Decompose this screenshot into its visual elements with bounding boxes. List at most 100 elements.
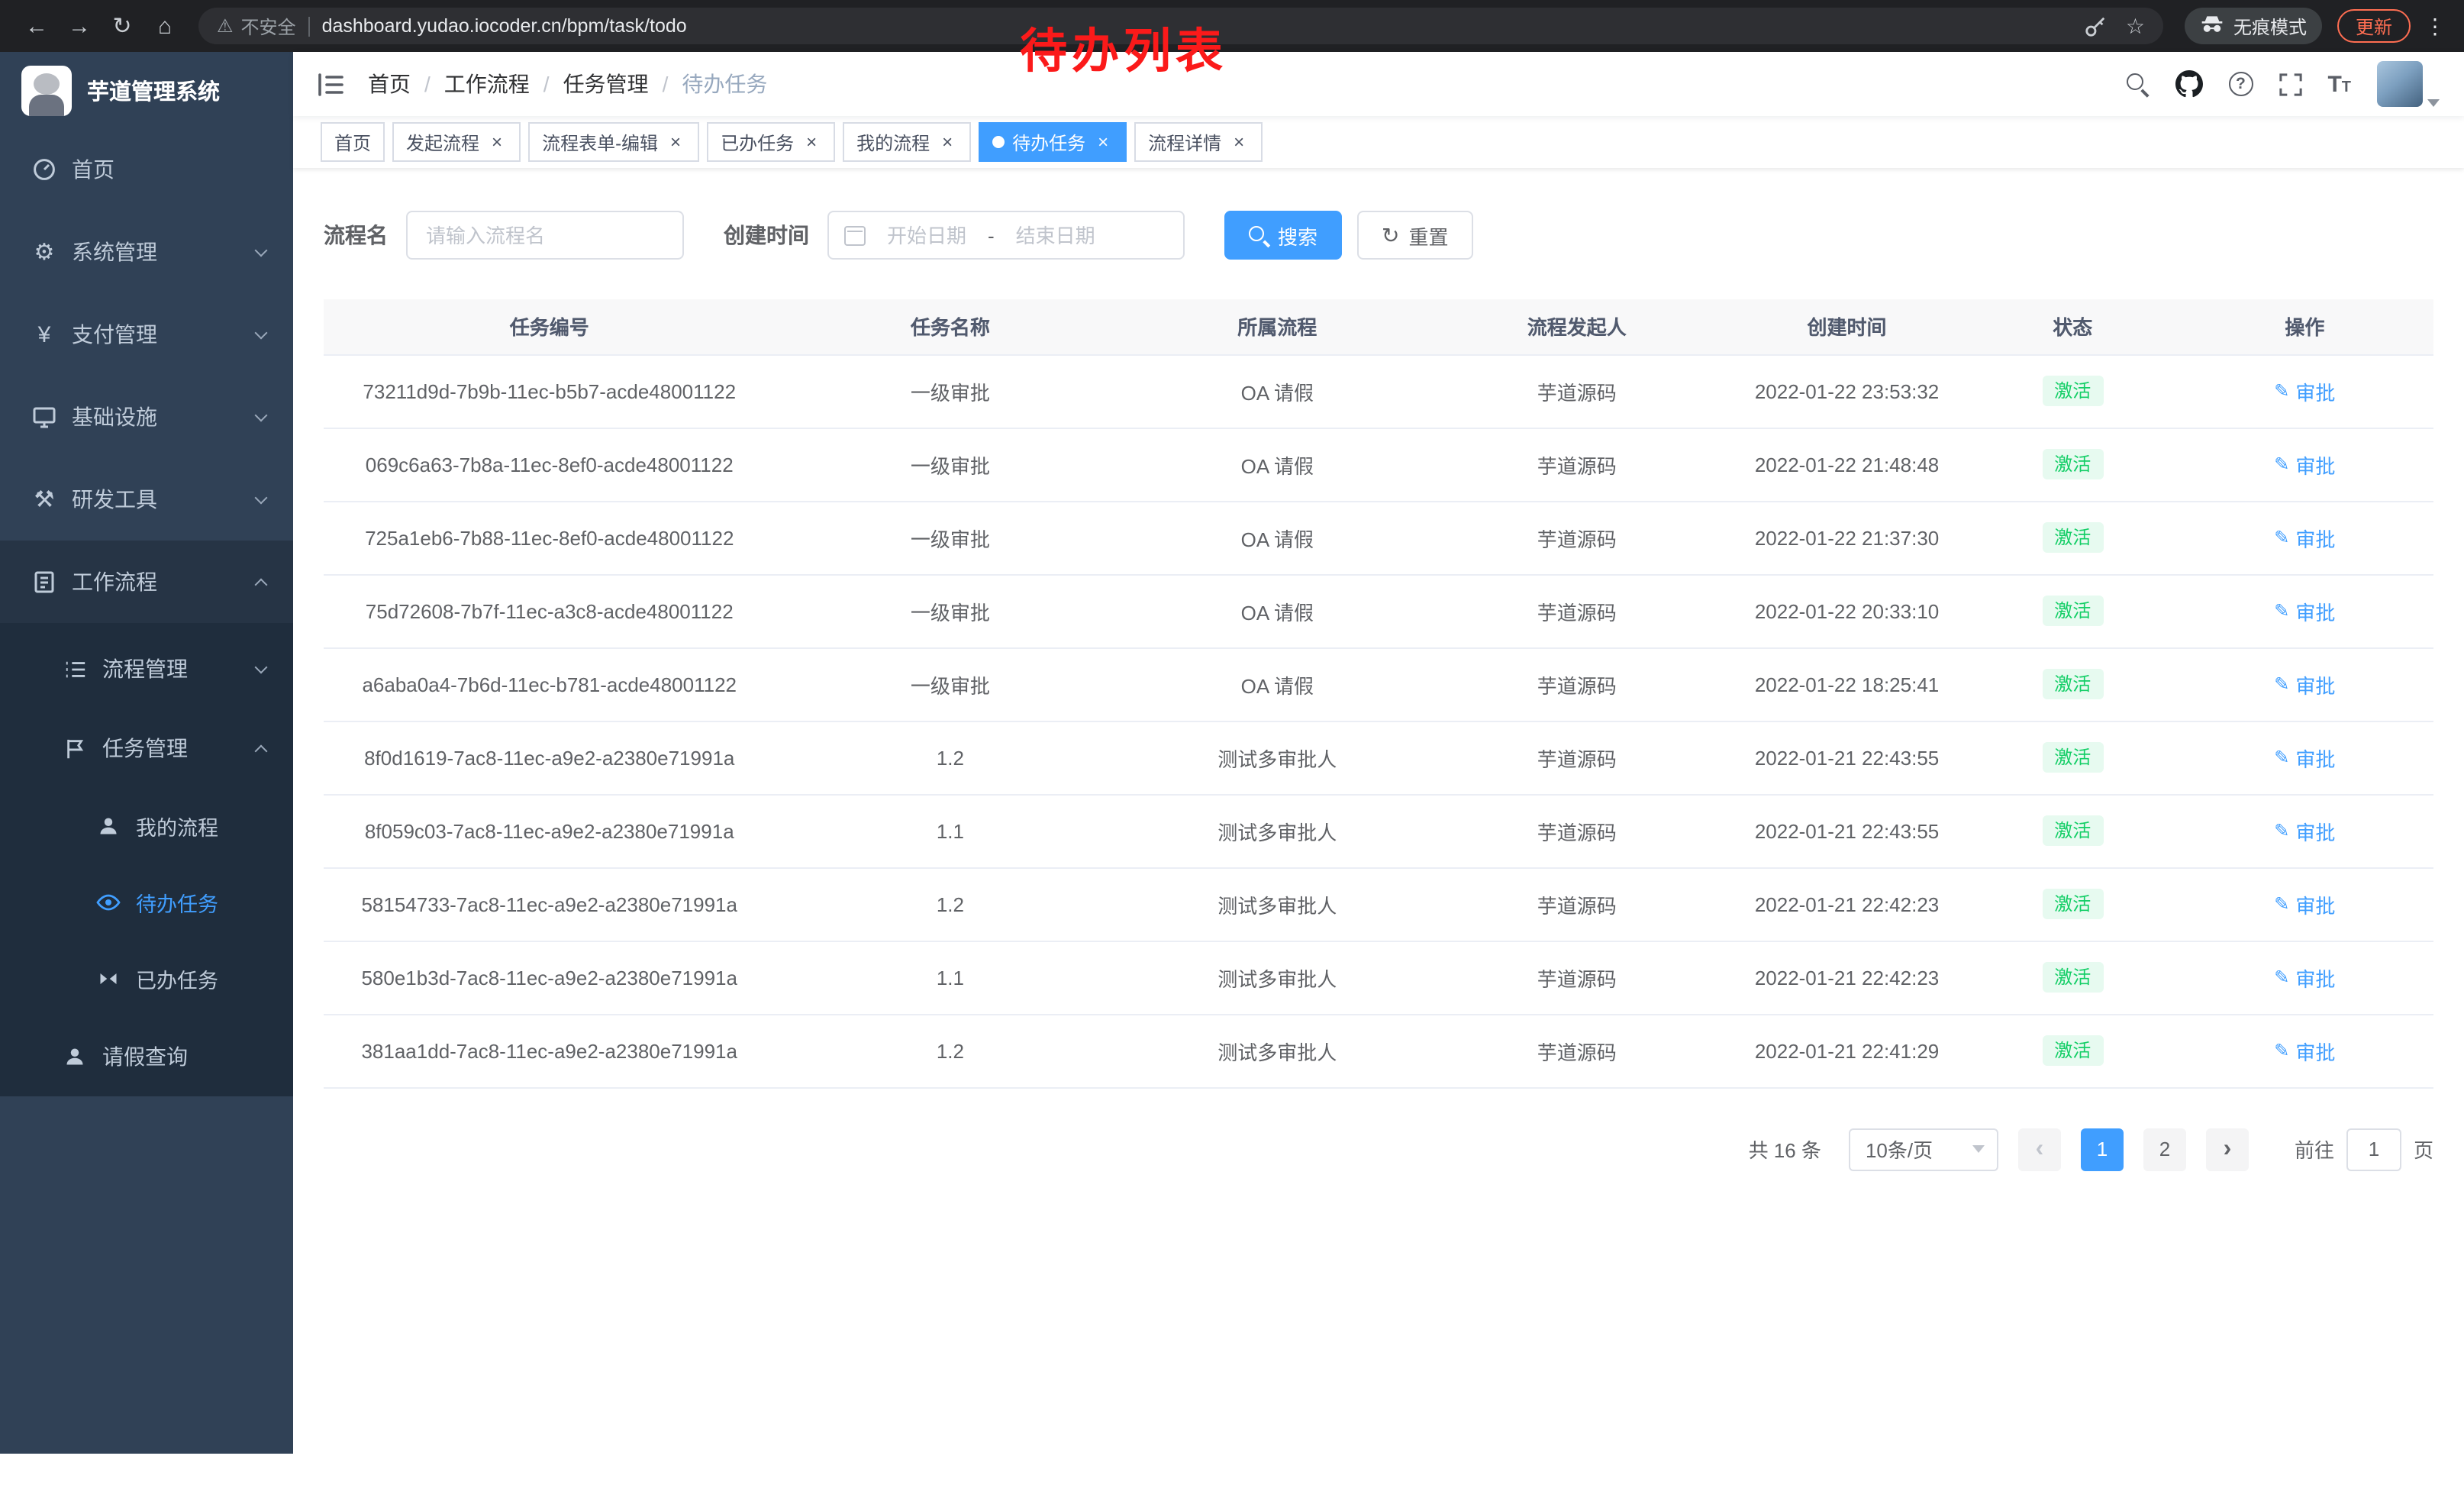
workflow-submenu: 流程管理 任务管理 我的流程	[0, 623, 293, 1096]
approve-link[interactable]: ✎审批	[2274, 523, 2335, 552]
goto-page-input[interactable]	[2346, 1128, 2401, 1170]
sidebar-item-done-task[interactable]: 已办任务	[0, 941, 293, 1017]
help-icon[interactable]: ?	[2228, 72, 2253, 96]
chevron-down-icon	[255, 327, 268, 340]
close-icon[interactable]: ×	[801, 132, 821, 152]
github-icon[interactable]	[2175, 70, 2202, 98]
process-name-input[interactable]	[406, 211, 684, 260]
approve-link[interactable]: ✎审批	[2274, 670, 2335, 699]
close-icon[interactable]: ×	[937, 132, 957, 152]
browser-menu-icon[interactable]: ⋮	[2424, 13, 2446, 39]
chevron-down-icon	[255, 244, 268, 257]
close-icon[interactable]: ×	[1229, 132, 1249, 152]
user-menu[interactable]	[2377, 61, 2440, 107]
tab-home[interactable]: 首页	[321, 122, 385, 162]
password-key-icon[interactable]	[2085, 15, 2108, 37]
tabs-bar: 首页 发起流程 × 流程表单-编辑 × 已办任务 × 我的流程 × 待办任务 ×	[293, 116, 2464, 168]
page-button-2[interactable]: 2	[2143, 1128, 2186, 1170]
close-icon[interactable]: ×	[487, 132, 507, 152]
table-row: 8f059c03-7ac8-11ec-a9e2-a2380e71991a 1.1…	[324, 794, 2433, 867]
security-label: 不安全	[241, 13, 296, 39]
font-size-icon[interactable]: TT	[2327, 73, 2351, 95]
sidebar-item-system[interactable]: ⚙ 系统管理	[0, 211, 293, 293]
approve-link[interactable]: ✎审批	[2274, 1036, 2335, 1065]
browser-home-icon[interactable]: ⌂	[144, 5, 186, 47]
approve-link[interactable]: ✎审批	[2274, 596, 2335, 625]
approve-link[interactable]: ✎审批	[2274, 743, 2335, 772]
date-range-picker[interactable]: -	[827, 211, 1185, 260]
next-page-button[interactable]: ›	[2206, 1128, 2249, 1170]
sidebar-item-devtools[interactable]: ⚒ 研发工具	[0, 458, 293, 541]
active-dot	[992, 136, 1005, 148]
page-button-1[interactable]: 1	[2081, 1128, 2124, 1170]
edit-icon: ✎	[2274, 600, 2289, 621]
sidebar-item-todo-task[interactable]: 待办任务	[0, 864, 293, 941]
gear-icon: ⚙	[31, 238, 58, 266]
sidebar-item-leave-query[interactable]: 请假查询	[0, 1017, 293, 1096]
edit-icon: ✎	[2274, 380, 2289, 402]
table-row: 8f0d1619-7ac8-11ec-a9e2-a2380e71991a 1.2…	[324, 721, 2433, 794]
chevron-up-icon	[255, 745, 268, 758]
status-badge: 激活	[2042, 449, 2103, 479]
process-name-label: 流程名	[324, 220, 388, 250]
approve-link[interactable]: ✎审批	[2274, 816, 2335, 845]
chevron-up-icon	[255, 579, 268, 592]
search-icon[interactable]	[2126, 73, 2149, 95]
sidebar-item-home[interactable]: 首页	[0, 128, 293, 211]
navbar: 首页 / 工作流程 / 任务管理 / 待办任务 ?	[293, 52, 2464, 116]
browser-forward-icon[interactable]: →	[58, 5, 101, 47]
start-date-input[interactable]	[872, 224, 982, 247]
end-date-input[interactable]	[1001, 224, 1111, 247]
approve-link[interactable]: ✎审批	[2274, 889, 2335, 918]
breadcrumb-workflow[interactable]: 工作流程	[444, 69, 530, 99]
table-header-row: 任务编号 任务名称 所属流程 流程发起人 创建时间 状态 操作	[324, 299, 2433, 354]
edit-icon: ✎	[2274, 527, 2289, 548]
table-row: 58154733-7ac8-11ec-a9e2-a2380e71991a 1.2…	[324, 867, 2433, 941]
browser-reload-icon[interactable]: ↻	[101, 5, 144, 47]
status-badge: 激活	[2042, 596, 2103, 626]
tab-process-detail[interactable]: 流程详情 ×	[1134, 122, 1263, 162]
sidebar-item-my-process[interactable]: 我的流程	[0, 788, 293, 864]
sidebar-item-workflow[interactable]: 工作流程	[0, 541, 293, 623]
sidebar-item-payment[interactable]: ¥ 支付管理	[0, 293, 293, 376]
total-count: 共 16 条	[1749, 1135, 1821, 1164]
status-badge: 激活	[2042, 376, 2103, 406]
caret-down-icon	[2427, 99, 2440, 107]
reset-button[interactable]: ↻ 重置	[1357, 211, 1473, 260]
approve-link[interactable]: ✎审批	[2274, 376, 2335, 405]
person-icon	[95, 815, 122, 837]
sidebar-item-infra[interactable]: 基础设施	[0, 376, 293, 458]
breadcrumb-home[interactable]: 首页	[368, 69, 411, 99]
close-icon[interactable]: ×	[666, 132, 685, 152]
sidebar-item-process-mgmt[interactable]: 流程管理	[0, 629, 293, 709]
security-chip[interactable]: ⚠ 不安全	[217, 13, 296, 39]
sidebar-item-task-mgmt[interactable]: 任务管理	[0, 709, 293, 788]
tab-done-task[interactable]: 已办任务 ×	[707, 122, 835, 162]
tab-my-process[interactable]: 我的流程 ×	[843, 122, 971, 162]
warning-icon: ⚠	[217, 15, 234, 37]
browser-chrome: ← → ↻ ⌂ ⚠ 不安全 dashboard.yudao.iocoder.cn…	[0, 0, 2464, 52]
prev-page-button[interactable]: ‹	[2018, 1128, 2061, 1170]
status-badge: 激活	[2042, 669, 2103, 699]
close-icon[interactable]: ×	[1093, 132, 1113, 152]
collapse-menu-icon[interactable]	[318, 73, 343, 95]
tab-process-form-edit[interactable]: 流程表单-编辑 ×	[528, 122, 699, 162]
breadcrumb-task-mgmt[interactable]: 任务管理	[563, 69, 649, 99]
tab-todo-task[interactable]: 待办任务 ×	[979, 122, 1127, 162]
edit-icon: ✎	[2274, 893, 2289, 915]
chevron-down-icon	[255, 661, 268, 674]
chevron-down-icon	[255, 409, 268, 422]
update-button[interactable]: 更新	[2337, 9, 2411, 43]
browser-back-icon[interactable]: ←	[15, 5, 58, 47]
bookmark-star-icon[interactable]: ☆	[2126, 13, 2145, 39]
approve-link[interactable]: ✎审批	[2274, 450, 2335, 479]
approve-link[interactable]: ✎审批	[2274, 963, 2335, 992]
calendar-icon	[844, 225, 866, 245]
tab-start-process[interactable]: 发起流程 ×	[392, 122, 521, 162]
breadcrumb-current: 待办任务	[682, 69, 767, 99]
incognito-badge: 无痕模式	[2185, 8, 2322, 44]
fullscreen-icon[interactable]	[2279, 73, 2301, 95]
dashboard-icon	[31, 157, 58, 182]
search-button[interactable]: 搜索	[1224, 211, 1342, 260]
page-size-select[interactable]: 10条/页	[1849, 1128, 1998, 1170]
